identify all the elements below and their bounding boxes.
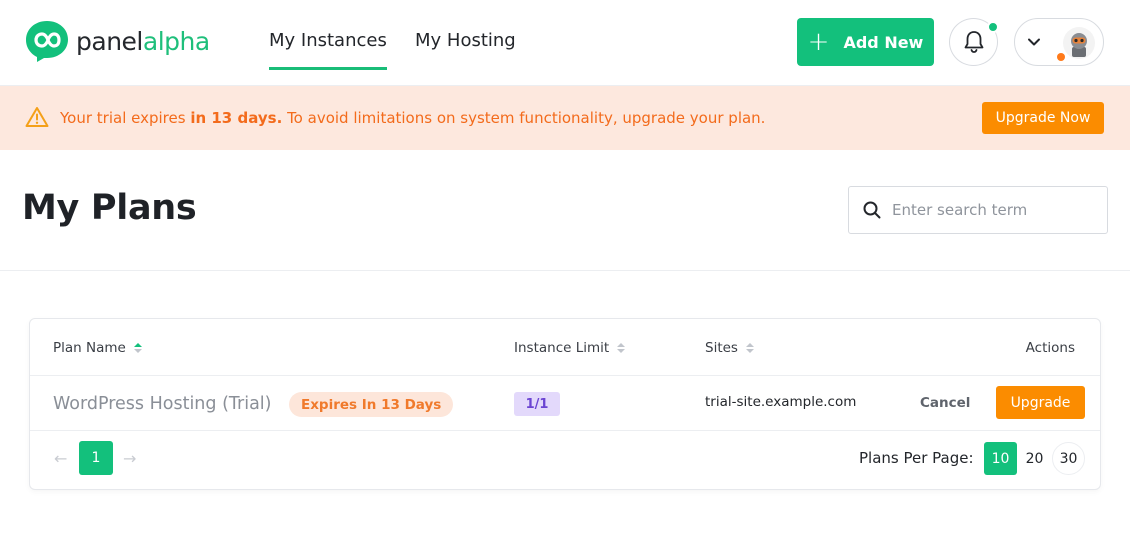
next-page-arrow-icon[interactable]: → (123, 449, 136, 468)
tab-my-instances[interactable]: My Instances (269, 30, 387, 70)
tab-my-hosting[interactable]: My Hosting (415, 30, 516, 51)
logo[interactable]: panelalpha (24, 19, 210, 63)
site-domain: trial-site.example.com (705, 394, 857, 410)
sort-icon (617, 343, 626, 353)
column-header-actions: Actions (1025, 340, 1075, 356)
page-title: My Plans (22, 188, 197, 228)
notifications-button[interactable] (949, 18, 999, 66)
trial-days-remaining: in 13 days. (190, 109, 283, 127)
row-divider (30, 375, 1100, 376)
add-new-button[interactable]: + Add New (797, 18, 934, 66)
avatar (1063, 27, 1095, 59)
plan-name[interactable]: WordPress Hosting (Trial) (53, 394, 272, 414)
user-menu-button[interactable] (1014, 18, 1104, 66)
plans-table: Plan Name Instance Limit Sites Actions W… (29, 318, 1101, 490)
section-divider (0, 270, 1130, 271)
row-divider (30, 430, 1100, 431)
column-header-plan-name[interactable]: Plan Name (53, 340, 142, 356)
upgrade-now-button[interactable]: Upgrade Now (982, 102, 1104, 134)
search-input[interactable] (892, 201, 1092, 219)
notification-dot (987, 21, 999, 33)
logo-text: panelalpha (76, 26, 210, 56)
chevron-down-icon (1028, 38, 1040, 46)
sort-icon (133, 343, 142, 353)
cancel-button[interactable]: Cancel (920, 395, 970, 411)
previous-page-arrow-icon[interactable]: ← (54, 449, 67, 468)
sort-icon (745, 343, 754, 353)
warning-icon (25, 107, 49, 127)
trial-banner: Your trial expires in 13 days. To avoid … (0, 86, 1130, 150)
per-page-10-button[interactable]: 10 (984, 442, 1017, 475)
status-dot (1057, 53, 1065, 61)
top-bar: panelalpha My Instances My Hosting + Add… (0, 0, 1130, 86)
per-page-20-button[interactable]: 20 (1018, 442, 1051, 475)
column-header-sites[interactable]: Sites (705, 340, 754, 356)
add-new-label: Add New (843, 32, 924, 52)
column-header-instance-limit[interactable]: Instance Limit (514, 340, 626, 356)
search-box[interactable] (848, 186, 1108, 234)
plus-icon: + (807, 27, 830, 57)
bell-icon (964, 31, 983, 53)
page-1-button[interactable]: 1 (79, 441, 113, 475)
per-page-30-button[interactable]: 30 (1052, 442, 1085, 475)
instance-limit-badge: 1/1 (514, 392, 560, 416)
upgrade-button[interactable]: Upgrade (996, 386, 1085, 419)
panelalpha-logo-icon (26, 21, 68, 62)
expires-badge: Expires In 13 Days (289, 392, 454, 417)
trial-message: Your trial expires in 13 days. To avoid … (60, 109, 766, 127)
search-icon (863, 201, 881, 219)
per-page-label: Plans Per Page: (859, 449, 974, 467)
